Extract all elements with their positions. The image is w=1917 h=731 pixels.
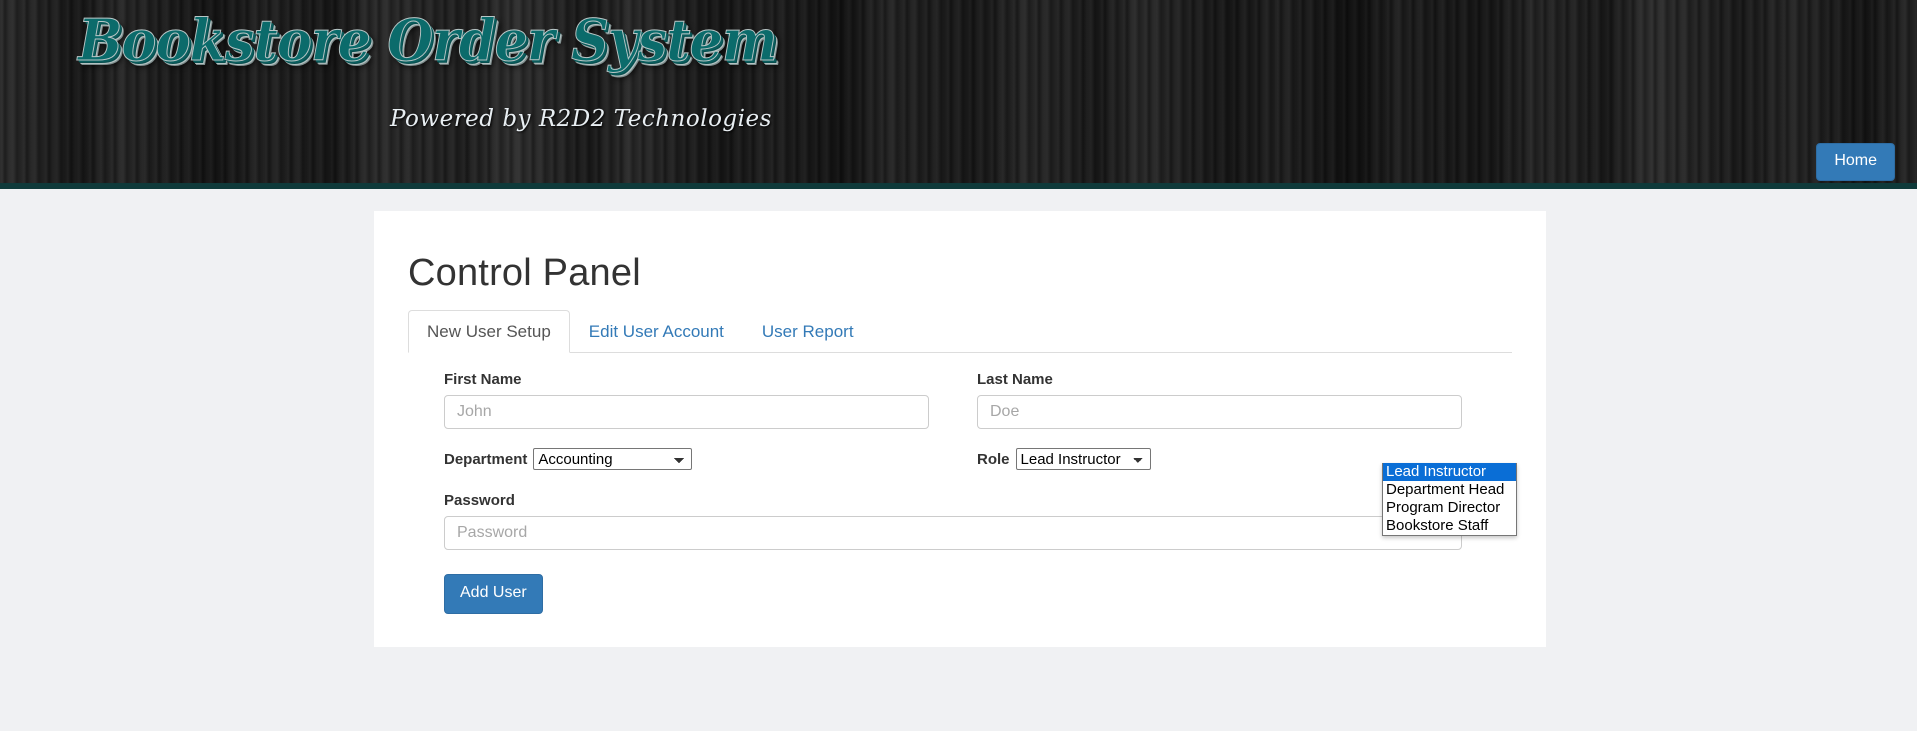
new-user-form: First Name Last Name Department Accounti… [408,371,1512,614]
last-name-group: Last Name [953,371,1462,429]
submit-row: Add User [444,550,1462,614]
logo-title: Bookstore Order System [78,7,778,74]
department-role-row: Department Accounting Role Lead Instruct… [444,429,1462,470]
logo-tagline: Powered by R2D2 Technologies [390,106,772,132]
control-panel-tabs: New User Setup Edit User Account User Re… [408,309,1512,353]
tab-new-user-setup[interactable]: New User Setup [408,309,570,353]
first-name-label: First Name [444,371,522,388]
control-panel-card: Control Panel New User Setup Edit User A… [374,211,1546,647]
role-dropdown-option[interactable]: Department Head [1383,481,1516,499]
first-name-input[interactable] [444,395,929,429]
role-dropdown-option[interactable]: Program Director [1383,499,1516,517]
page-title: Control Panel [408,252,641,294]
last-name-input[interactable] [977,395,1462,429]
site-header: Bookstore Order System Powered by R2D2 T… [0,0,1917,189]
site-logo: Bookstore Order System [78,7,778,74]
first-name-group: First Name [444,371,953,429]
password-group: Password [444,492,1462,550]
role-dropdown-option[interactable]: Bookstore Staff [1383,517,1516,535]
password-input[interactable] [444,516,1462,550]
last-name-label: Last Name [977,371,1053,388]
role-label: Role [977,450,1010,468]
role-dropdown-list[interactable]: Lead Instructor Department Head Program Di… [1382,463,1517,536]
department-label: Department [444,450,528,468]
tab-edit-user-account[interactable]: Edit User Account [570,310,743,353]
name-row: First Name Last Name [444,371,1462,429]
page-body: Control Panel New User Setup Edit User A… [0,189,1917,725]
department-select[interactable]: Accounting [533,448,693,470]
department-group: Department Accounting [444,429,953,470]
tab-user-report[interactable]: User Report [743,310,873,353]
password-row: Password [444,492,1462,550]
role-select[interactable]: Lead Instructor [1015,448,1151,470]
password-label: Password [444,492,515,509]
home-button[interactable]: Home [1816,143,1895,181]
add-user-button[interactable]: Add User [444,574,543,614]
role-dropdown-option[interactable]: Lead Instructor [1383,463,1516,481]
